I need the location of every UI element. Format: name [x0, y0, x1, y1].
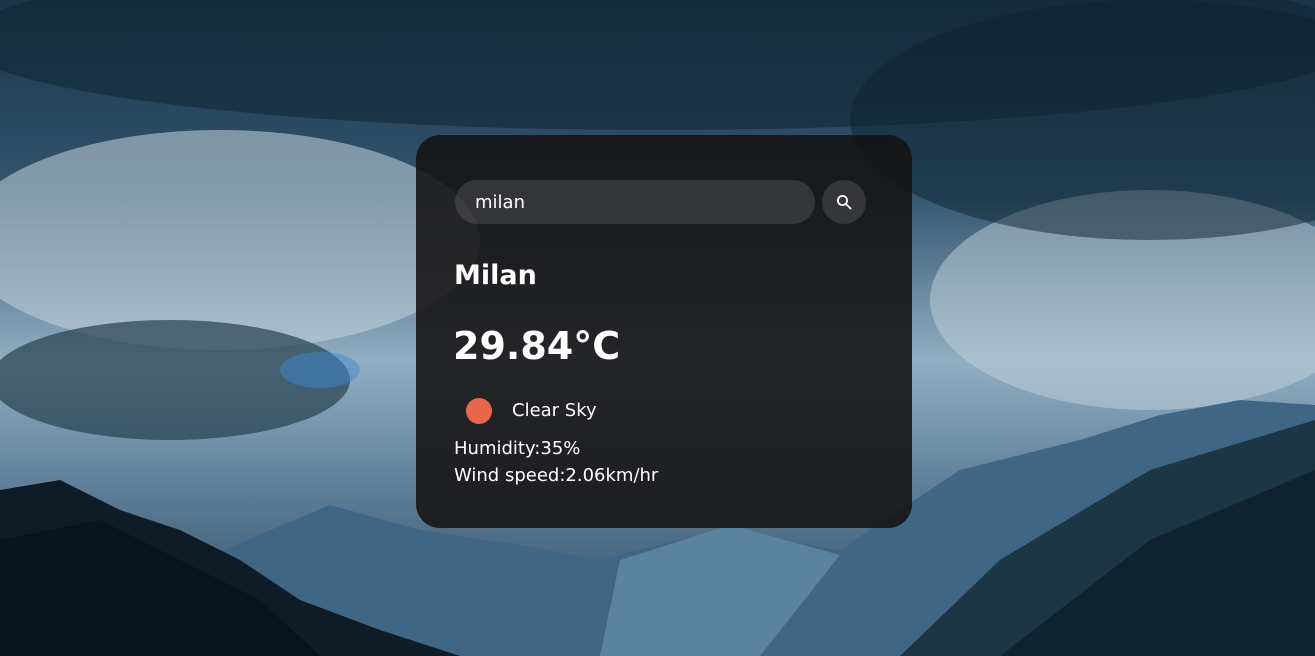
- sun-icon: [466, 398, 492, 424]
- humidity-text: Humidity:35%: [454, 438, 581, 459]
- city-name: Milan: [454, 260, 537, 291]
- search-input[interactable]: [455, 180, 815, 224]
- search-button[interactable]: [822, 180, 866, 224]
- weather-card: Milan 29.84°C Clear Sky Humidity:35% Win…: [416, 135, 912, 528]
- search-bar: [455, 180, 866, 224]
- condition-row: Clear Sky: [466, 398, 597, 424]
- condition-text: Clear Sky: [512, 400, 597, 421]
- temperature: 29.84°C: [453, 324, 621, 368]
- wind-speed-text: Wind speed:2.06km/hr: [454, 465, 659, 486]
- search-icon: [837, 195, 852, 210]
